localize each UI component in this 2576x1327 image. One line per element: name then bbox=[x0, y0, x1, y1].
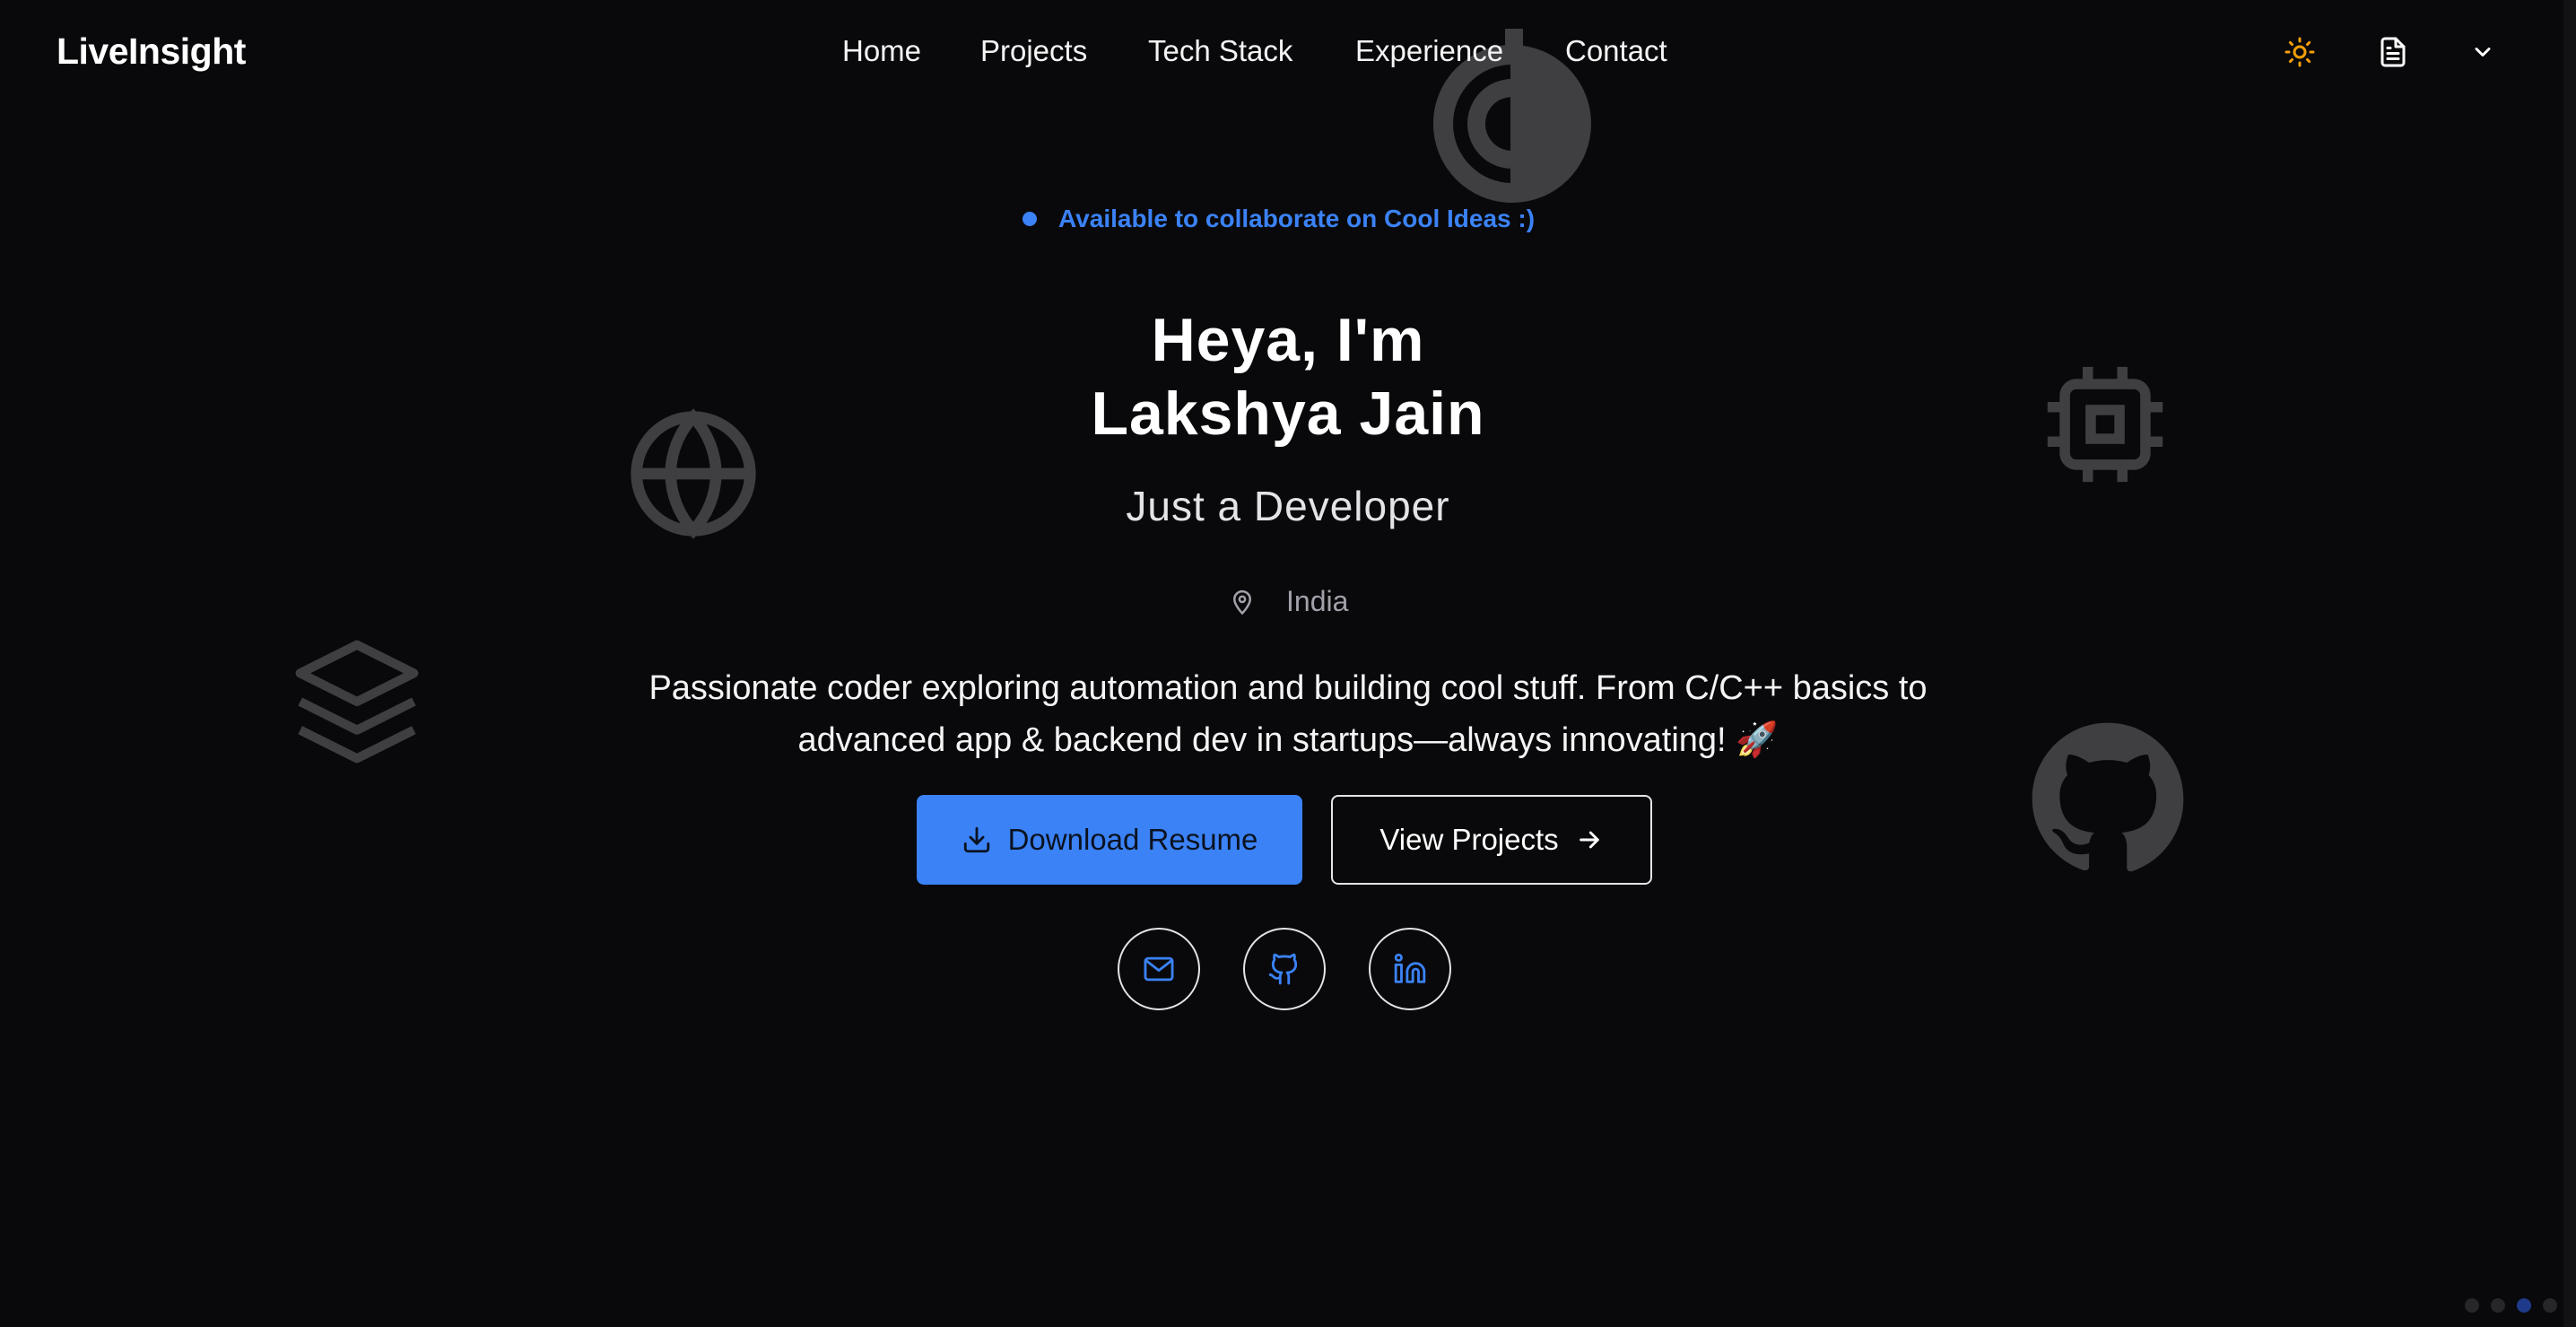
location-text: India bbox=[1286, 585, 1349, 617]
status-dot bbox=[1023, 212, 1037, 226]
linkedin-link[interactable] bbox=[1369, 928, 1451, 1010]
nav-item-home[interactable]: Home bbox=[842, 34, 921, 68]
map-pin-icon bbox=[1229, 589, 1256, 615]
location: India bbox=[1229, 585, 1348, 618]
pagination-dot-3[interactable] bbox=[2517, 1298, 2531, 1313]
email-link[interactable] bbox=[1118, 928, 1200, 1010]
nav-item-contact[interactable]: Contact bbox=[1565, 34, 1667, 68]
theme-toggle-button[interactable] bbox=[2278, 31, 2321, 74]
nav-item-projects[interactable]: Projects bbox=[980, 34, 1087, 68]
availability-badge: Available to collaborate on Cool Ideas :… bbox=[1023, 205, 1535, 233]
layers-icon bbox=[289, 633, 425, 770]
github-icon bbox=[1267, 952, 1301, 986]
pagination-dot-1[interactable] bbox=[2465, 1298, 2479, 1313]
hero-description: Passionate coder exploring automation an… bbox=[648, 669, 1928, 759]
linkedin-icon bbox=[1393, 952, 1427, 986]
resume-button[interactable] bbox=[2371, 31, 2415, 74]
heading-line-1: Heya, I'm bbox=[1151, 306, 1425, 374]
hero-subtitle: Just a Developer bbox=[1126, 483, 1450, 529]
availability-text: Available to collaborate on Cool Ideas :… bbox=[1058, 205, 1536, 232]
arrow-right-icon bbox=[1575, 825, 1604, 854]
page-scrollbar[interactable] bbox=[2563, 0, 2576, 1327]
download-resume-button[interactable]: Download Resume bbox=[917, 795, 1302, 885]
github-link[interactable] bbox=[1243, 928, 1326, 1010]
section-pagination bbox=[2465, 1298, 2557, 1313]
sun-icon bbox=[2284, 36, 2316, 68]
pagination-dot-2[interactable] bbox=[2491, 1298, 2505, 1313]
chevron-down-icon bbox=[2470, 39, 2495, 65]
pagination-dot-4[interactable] bbox=[2543, 1298, 2557, 1313]
download-icon bbox=[962, 825, 992, 855]
view-projects-button[interactable]: View Projects bbox=[1331, 795, 1652, 885]
hero-heading: Heya, I'm Lakshya Jain bbox=[0, 303, 2576, 450]
github-icon bbox=[2029, 720, 2187, 877]
view-projects-label: View Projects bbox=[1379, 823, 1559, 856]
nav-item-experience[interactable]: Experience bbox=[1355, 34, 1503, 68]
brand-logo[interactable]: LiveInsight bbox=[57, 31, 246, 73]
nav-item-tech-stack[interactable]: Tech Stack bbox=[1148, 34, 1292, 68]
menu-dropdown-button[interactable] bbox=[2461, 31, 2504, 74]
heading-line-2: Lakshya Jain bbox=[1091, 380, 1485, 448]
mail-icon bbox=[1142, 952, 1176, 986]
download-resume-label: Download Resume bbox=[1007, 823, 1258, 856]
document-icon bbox=[2377, 36, 2409, 68]
page: LiveInsight Home Projects Tech Stack Exp… bbox=[0, 0, 2576, 1327]
